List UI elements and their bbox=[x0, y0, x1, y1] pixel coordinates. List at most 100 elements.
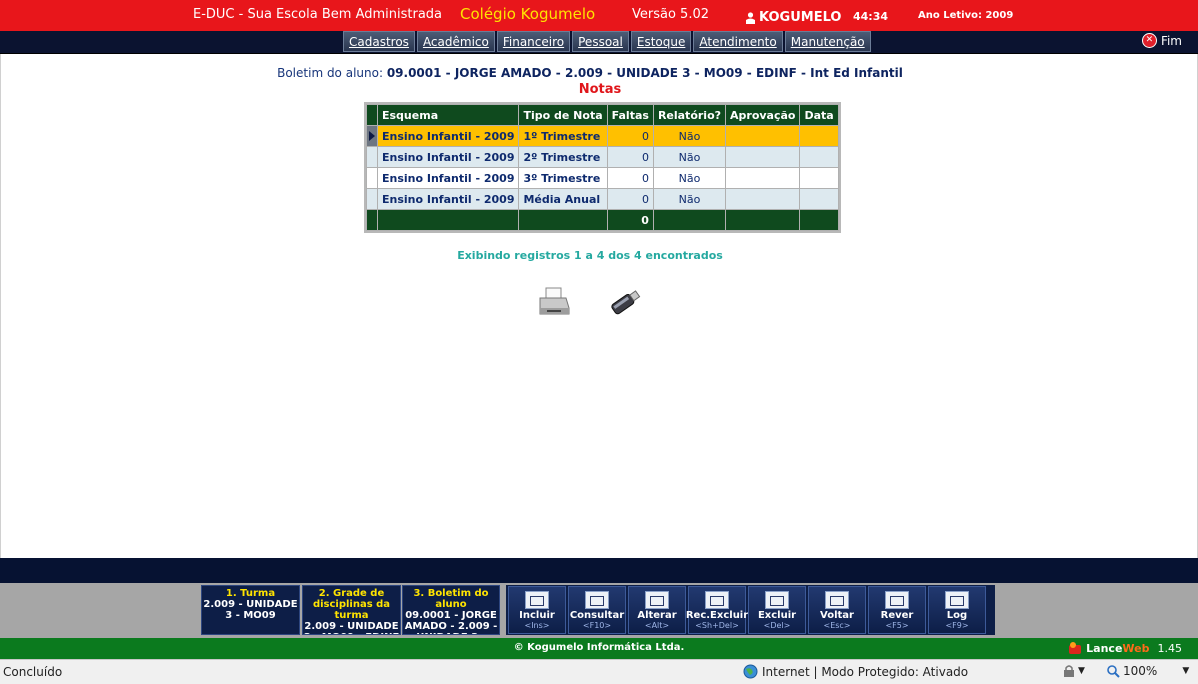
action-key: <Sh+Del> bbox=[695, 621, 739, 630]
grades-grid: Esquema Tipo de Nota Faltas Relatório? A… bbox=[364, 102, 841, 233]
action-label: Incluir bbox=[519, 610, 555, 621]
security-settings-button[interactable]: ▼ bbox=[1062, 664, 1085, 678]
menu-cadastros[interactable]: Cadastros bbox=[343, 31, 415, 52]
breadcrumb-value: 2.009 - UNIDADE 3 - MO09 - EDINF - Int E… bbox=[304, 621, 400, 634]
breadcrumb-turma[interactable]: 1. Turma 2.009 - UNIDADE 3 - MO09 bbox=[201, 585, 300, 635]
breadcrumb-head: 1. Turma bbox=[225, 588, 276, 599]
header-esquema[interactable]: Esquema bbox=[378, 105, 519, 125]
action-key: <Ins> bbox=[524, 621, 550, 630]
action-label: Rec.Excluir bbox=[685, 610, 749, 621]
action-label: Alterar bbox=[637, 610, 677, 621]
status-text: Concluído bbox=[3, 665, 63, 679]
cell-esquema: Ensino Infantil - 2009 bbox=[378, 147, 519, 167]
user-info: KOGUMELO bbox=[745, 10, 841, 25]
exit-button[interactable]: ✕ Fim bbox=[1141, 33, 1182, 48]
browser-status-bar: Concluído Internet | Modo Protegido: Ati… bbox=[0, 659, 1198, 684]
breadcrumb-value: 09.0001 - JORGE AMADO - 2.009 - UNIDADE … bbox=[404, 610, 498, 634]
back-document-icon bbox=[825, 591, 849, 609]
cell-data bbox=[800, 147, 838, 167]
cell-relatorio: Não bbox=[653, 126, 726, 146]
new-document-icon bbox=[525, 591, 549, 609]
cell-data bbox=[800, 189, 838, 209]
row-pointer-icon bbox=[369, 131, 375, 141]
header-aprovacao[interactable]: Aprovação bbox=[726, 105, 800, 125]
table-row[interactable]: Ensino Infantil - 2009 3º Trimestre 0 Nã… bbox=[367, 168, 838, 188]
security-zone[interactable]: Internet | Modo Protegido: Ativado bbox=[743, 664, 968, 679]
cell-aprovacao bbox=[726, 147, 800, 167]
header-selector bbox=[367, 105, 377, 125]
cell-tipo: 1º Trimestre bbox=[519, 126, 607, 146]
footer-cell bbox=[653, 210, 726, 230]
menu-atendimento[interactable]: Atendimento bbox=[693, 31, 783, 52]
menu-financeiro[interactable]: Financeiro bbox=[496, 31, 571, 52]
breadcrumb-value: 2.009 - UNIDADE 3 - MO09 bbox=[203, 599, 298, 621]
menu-academico[interactable]: Acadêmico bbox=[416, 31, 495, 52]
grid-header-row: Esquema Tipo de Nota Faltas Relatório? A… bbox=[367, 105, 838, 125]
user-name: KOGUMELO bbox=[759, 10, 842, 25]
brand-lance: Lance bbox=[1086, 641, 1123, 655]
excluir-button[interactable]: Excluir <Del> bbox=[748, 586, 806, 634]
row-selector[interactable] bbox=[367, 189, 377, 209]
globe-icon bbox=[743, 664, 758, 679]
page-title-prefix: Boletim do aluno: bbox=[277, 66, 383, 80]
header-data[interactable]: Data bbox=[800, 105, 838, 125]
cell-faltas: 0 bbox=[607, 189, 653, 209]
voltar-button[interactable]: Voltar <Esc> bbox=[808, 586, 866, 634]
chevron-down-icon: ▼ bbox=[1182, 666, 1190, 676]
lock-icon bbox=[1064, 665, 1074, 677]
chevron-down-icon: ▼ bbox=[1078, 666, 1085, 676]
action-label: Excluir bbox=[757, 610, 797, 621]
app-name: E-DUC - Sua Escola Bem Administrada bbox=[193, 7, 443, 22]
school-name: Colégio Kogumelo bbox=[460, 5, 596, 23]
table-row[interactable]: Ensino Infantil - 2009 1º Trimestre 0 Nã… bbox=[367, 126, 838, 146]
usb-export-button[interactable] bbox=[607, 286, 643, 322]
footer-cell bbox=[726, 210, 800, 230]
records-count: Exibindo registros 1 a 4 dos 4 encontrad… bbox=[457, 249, 723, 262]
alterar-button[interactable]: Alterar <Alt> bbox=[628, 586, 686, 634]
incluir-button[interactable]: Incluir <Ins> bbox=[508, 586, 566, 634]
cell-relatorio: Não bbox=[653, 189, 726, 209]
zoom-control[interactable]: 100% ▼ bbox=[1107, 664, 1189, 678]
bottom-dark-strip bbox=[0, 558, 1198, 583]
zone-text: Internet | Modo Protegido: Ativado bbox=[762, 664, 969, 679]
menu-estoque[interactable]: Estoque bbox=[630, 31, 692, 52]
grid-footer-row: 0 bbox=[367, 210, 838, 230]
print-button[interactable] bbox=[537, 286, 571, 322]
header-tipo-nota[interactable]: Tipo de Nota bbox=[519, 105, 607, 125]
log-button[interactable]: Log <F9> bbox=[928, 586, 986, 634]
table-row[interactable]: Ensino Infantil - 2009 Média Anual 0 Não bbox=[367, 189, 838, 209]
action-label: Rever bbox=[880, 610, 914, 621]
breadcrumb-boletim[interactable]: 3. Boletim do aluno 09.0001 - JORGE AMAD… bbox=[402, 585, 500, 635]
footer-cell bbox=[378, 210, 519, 230]
cell-tipo: 2º Trimestre bbox=[519, 147, 607, 167]
refresh-document-icon bbox=[885, 591, 909, 609]
header-relatorio[interactable]: Relatório? bbox=[653, 105, 726, 125]
rec-excluir-button[interactable]: Rec.Excluir <Sh+Del> bbox=[685, 586, 749, 634]
cell-faltas: 0 bbox=[607, 147, 653, 167]
table-row[interactable]: Ensino Infantil - 2009 2º Trimestre 0 Nã… bbox=[367, 147, 838, 167]
grades-table: Esquema Tipo de Nota Faltas Relatório? A… bbox=[366, 104, 839, 231]
breadcrumb-head: 3. Boletim do aluno bbox=[413, 588, 489, 610]
zoom-level: 100% bbox=[1123, 664, 1158, 678]
row-selector[interactable] bbox=[367, 126, 377, 146]
rever-button[interactable]: Rever <F5> bbox=[868, 586, 926, 634]
menu-pessoal[interactable]: Pessoal bbox=[572, 31, 629, 52]
row-selector[interactable] bbox=[367, 168, 377, 188]
menu-manutencao[interactable]: Manutenção bbox=[784, 31, 871, 52]
consultar-button[interactable]: Consultar <F10> bbox=[568, 586, 626, 634]
exit-label: Fim bbox=[1160, 33, 1182, 48]
restore-document-icon bbox=[705, 591, 729, 609]
usb-drive-icon bbox=[611, 290, 641, 315]
user-icon bbox=[746, 11, 755, 24]
main-menu-bar: Cadastros Acadêmico Financeiro Pessoal E… bbox=[0, 31, 1198, 54]
footer-cell bbox=[519, 210, 607, 230]
log-document-icon bbox=[945, 591, 969, 609]
delete-document-icon bbox=[765, 591, 789, 609]
breadcrumb-grade[interactable]: 2. Grade de disciplinas da turma 2.009 -… bbox=[302, 585, 401, 635]
bottom-toolbar: 1. Turma 2.009 - UNIDADE 3 - MO09 2. Gra… bbox=[0, 583, 1198, 638]
row-selector[interactable] bbox=[367, 147, 377, 167]
header-faltas[interactable]: Faltas bbox=[607, 105, 653, 125]
cell-relatorio: Não bbox=[653, 147, 726, 167]
action-label: Voltar bbox=[820, 610, 854, 621]
cell-relatorio: Não bbox=[653, 168, 726, 188]
